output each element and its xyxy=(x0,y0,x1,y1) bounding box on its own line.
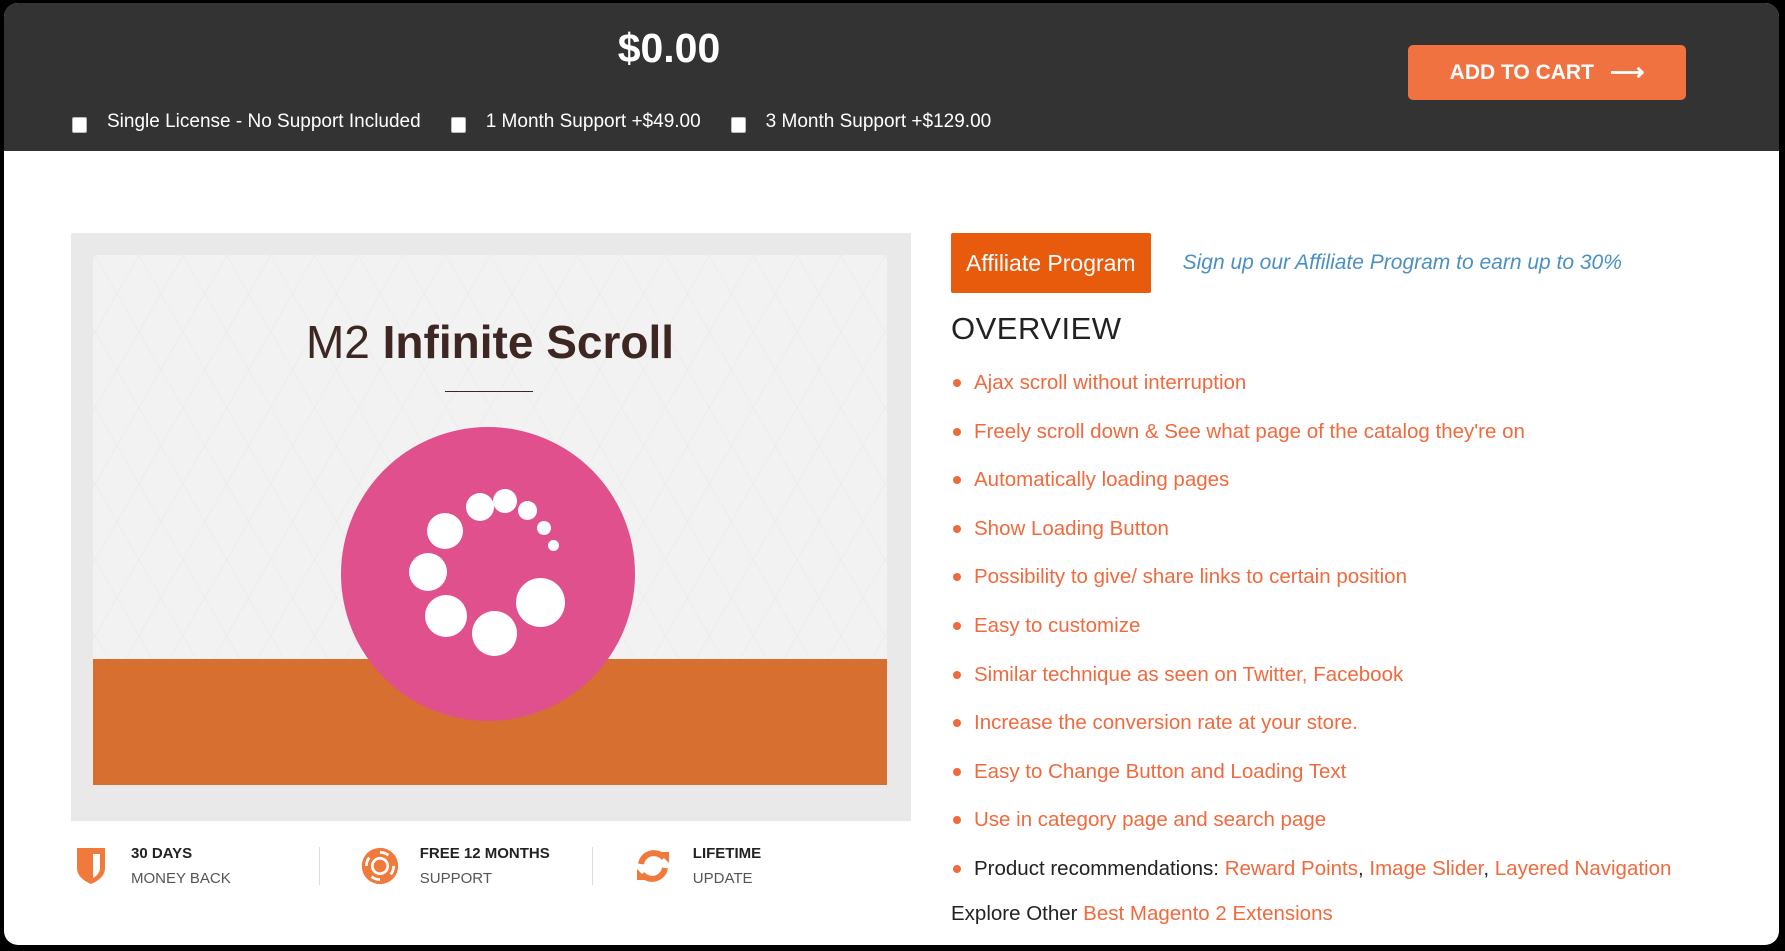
recommendation-image-slider-link[interactable]: Image Slider xyxy=(1369,857,1483,880)
affiliate-row: Affiliate Program Sign up our Affiliate … xyxy=(951,233,1771,293)
list-item: Increase the conversion rate at your sto… xyxy=(951,699,1771,748)
checkbox[interactable] xyxy=(730,117,746,133)
option-1-month-support[interactable]: 1 Month Support +$49.00 xyxy=(450,111,701,133)
checkbox[interactable] xyxy=(450,117,466,133)
feature-money-back: 30 DAYS MONEY BACK xyxy=(71,841,231,891)
shield-icon xyxy=(71,844,111,888)
divider xyxy=(591,847,593,885)
arrow-right-icon: ⟶ xyxy=(1609,59,1645,86)
product-details: Affiliate Program Sign up our Affiliate … xyxy=(951,233,1771,934)
add-to-cart-button[interactable]: ADD TO CART ⟶ xyxy=(1408,45,1686,100)
list-item: Automatically loading pages xyxy=(951,456,1771,505)
list-item: Easy to customize xyxy=(951,602,1771,651)
affiliate-program-button[interactable]: Affiliate Program xyxy=(951,233,1151,293)
affiliate-signup-link[interactable]: Sign up our Affiliate Program to earn up… xyxy=(1183,251,1622,275)
option-3-month-support[interactable]: 3 Month Support +$129.00 xyxy=(730,111,992,133)
license-options: Single License - No Support Included 1 M… xyxy=(72,111,1021,133)
refresh-icon xyxy=(633,844,673,888)
feature-support: FREE 12 MONTHS SUPPORT xyxy=(360,841,550,891)
list-item: Similar technique as seen on Twitter, Fa… xyxy=(951,651,1771,700)
loading-spinner-icon xyxy=(341,427,635,721)
list-item: Easy to Change Button and Loading Text xyxy=(951,748,1771,797)
list-item: Freely scroll down & See what page of th… xyxy=(951,408,1771,457)
page-frame: $0.00 Single License - No Support Includ… xyxy=(4,3,1779,945)
overview-list: Ajax scroll without interruption Freely … xyxy=(951,359,1771,894)
list-item: Possibility to give/ share links to cert… xyxy=(951,553,1771,602)
product-recommendations: Product recommendations: Reward Points, … xyxy=(951,845,1771,894)
guarantee-features: 30 DAYS MONEY BACK FREE 12 MONTHS SUPPOR… xyxy=(71,841,761,891)
purchase-bar: $0.00 Single License - No Support Includ… xyxy=(4,3,1779,151)
lifebuoy-icon xyxy=(360,844,400,888)
option-label: 1 Month Support +$49.00 xyxy=(485,111,701,132)
checkbox[interactable] xyxy=(72,117,87,133)
overview-heading: OVERVIEW xyxy=(951,311,1122,346)
recommendation-reward-points-link[interactable]: Reward Points xyxy=(1225,857,1358,880)
list-item: Ajax scroll without interruption xyxy=(951,359,1771,408)
list-item: Show Loading Button xyxy=(951,505,1771,554)
price: $0.00 xyxy=(617,25,721,71)
feature-update: LIFETIME UPDATE xyxy=(633,841,761,891)
divider xyxy=(318,847,320,885)
option-single-license[interactable]: Single License - No Support Included xyxy=(72,111,421,133)
add-to-cart-label: ADD TO CART xyxy=(1449,60,1594,84)
recommendation-layered-navigation-link[interactable]: Layered Navigation xyxy=(1495,857,1672,880)
list-item: Use in category page and search page xyxy=(951,796,1771,845)
explore-other: Explore Other Best Magento 2 Extensions xyxy=(951,901,1333,925)
banner-title: M2 Infinite Scroll xyxy=(305,316,675,368)
banner-divider xyxy=(445,391,533,392)
best-magento-extensions-link[interactable]: Best Magento 2 Extensions xyxy=(1083,902,1333,925)
product-image: M2 Infinite Scroll xyxy=(71,233,911,821)
product-banner: M2 Infinite Scroll xyxy=(93,255,887,785)
option-label: 3 Month Support +$129.00 xyxy=(765,111,992,132)
option-label: Single License - No Support Included xyxy=(107,111,421,132)
